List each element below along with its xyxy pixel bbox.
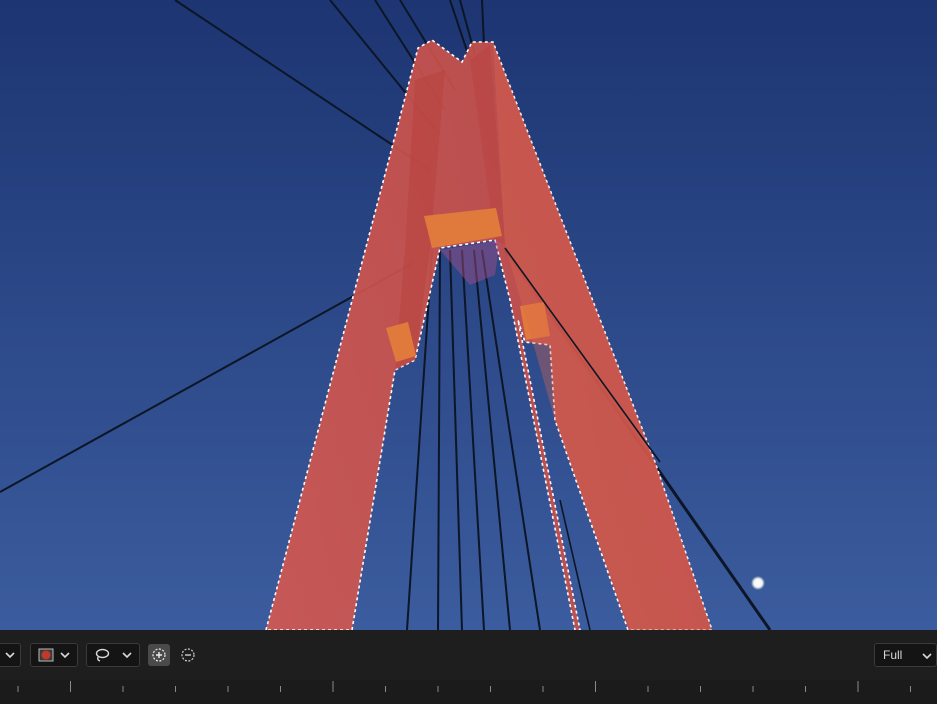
zoom-value: Full <box>883 648 903 662</box>
left-dropdown[interactable] <box>0 643 21 667</box>
zoom-dropdown[interactable]: Full <box>874 643 937 667</box>
lasso-icon <box>95 648 110 662</box>
chevron-down-icon <box>5 652 15 659</box>
image-viewer[interactable] <box>0 0 937 630</box>
add-selection-icon <box>152 648 166 662</box>
chevron-down-icon <box>922 653 932 660</box>
viewer-canvas[interactable] <box>0 0 937 630</box>
subtract-selection-icon <box>181 648 195 662</box>
moon <box>751 576 765 590</box>
mask-color-dropdown[interactable] <box>30 643 78 667</box>
color-swatch-icon <box>38 648 54 662</box>
add-selection-button[interactable] <box>148 644 170 666</box>
mask-toolbar: Full <box>0 630 937 680</box>
timeline-ruler[interactable] <box>0 680 937 699</box>
chevron-down-icon <box>122 652 132 659</box>
ruler-ticks <box>17 681 911 692</box>
selection-tool-dropdown[interactable] <box>86 643 140 667</box>
subtract-selection-button[interactable] <box>177 644 199 666</box>
chevron-down-icon <box>60 652 70 659</box>
